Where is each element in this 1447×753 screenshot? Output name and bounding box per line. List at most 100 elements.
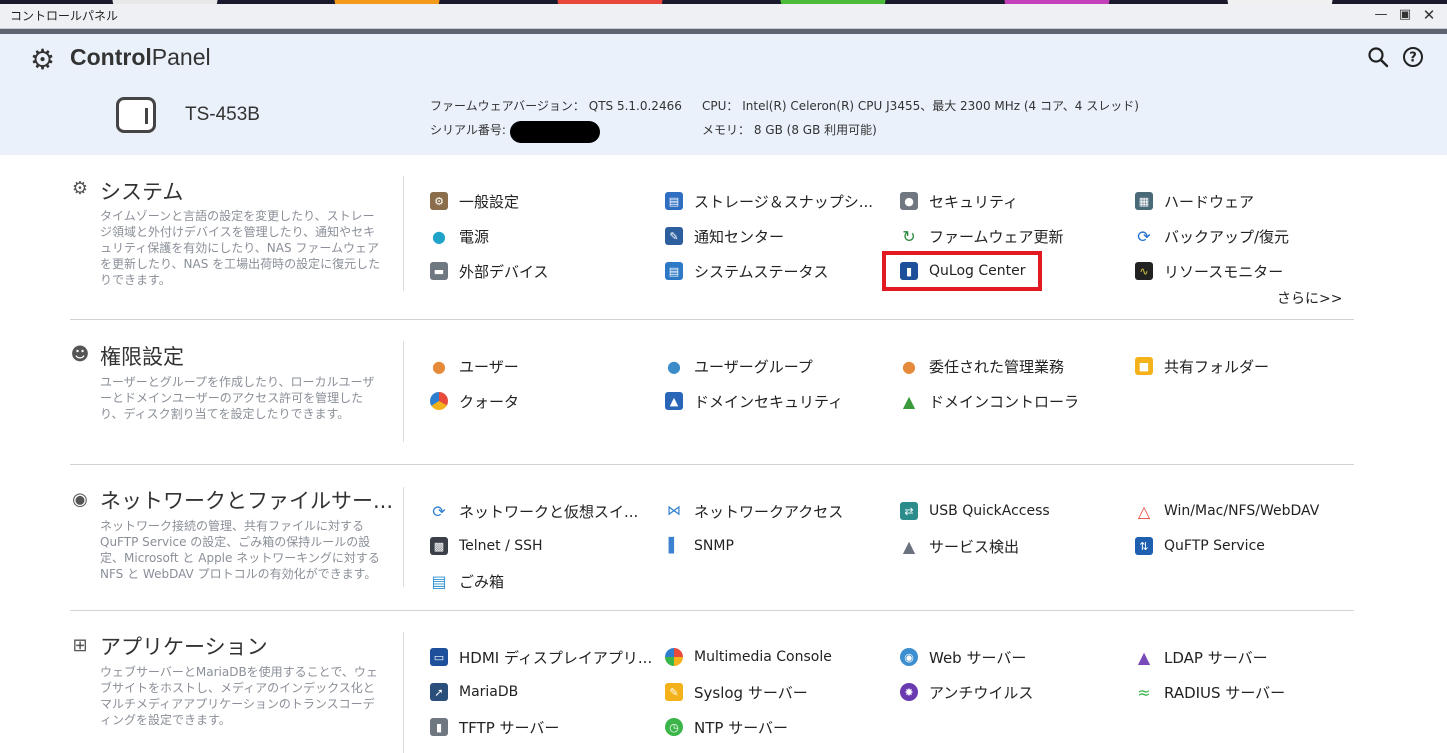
item-label: ユーザー (459, 357, 519, 376)
hdmi-display-icon: ▭ (430, 648, 448, 666)
item-firmware-update[interactable]: ↻ ファームウェア更新 (900, 224, 1064, 248)
item-label: ストレージ＆スナップシ... (694, 192, 874, 211)
usb-icon: ⇄ (900, 502, 918, 520)
item-quota[interactable]: クォータ (430, 389, 519, 413)
item-label: HDMI ディスプレイアプリ... (459, 648, 653, 667)
user-icon: ☻ (70, 344, 90, 365)
firmware-update-icon: ↻ (900, 227, 918, 246)
item-label: ネットワークと仮想スイ... (459, 502, 639, 521)
section-title-applications: アプリケーション (100, 635, 268, 659)
section-title-privilege: 権限設定 (100, 345, 184, 369)
close-icon[interactable]: ✕ (1421, 7, 1437, 23)
more-link[interactable]: さらに>> (1277, 288, 1342, 308)
item-label: ごみ箱 (459, 572, 505, 591)
section-desc-system: タイムゾーンと言語の設定を変更したり、ストレージ領域と外付けデバイスを管理したり… (100, 209, 381, 287)
backup-restore-icon: ⟳ (1135, 227, 1153, 246)
item-network-access[interactable]: ⋈ ネットワークアクセス (665, 499, 843, 523)
item-label: クォータ (459, 392, 520, 411)
item-label: Syslog サーバー (694, 683, 808, 702)
item-security[interactable]: ● セキュリティ (900, 189, 1018, 213)
section-separator (70, 464, 1354, 465)
quftp-icon: ⇅ (1135, 537, 1153, 555)
maximize-icon[interactable]: ▣ (1397, 7, 1413, 23)
item-label: Web サーバー (929, 648, 1027, 667)
item-label: QuFTP Service (1164, 538, 1265, 554)
item-network-virtual-switch[interactable]: ⟳ ネットワークと仮想スイ... (430, 499, 638, 523)
item-shared-folders[interactable]: ■ 共有フォルダー (1135, 354, 1269, 378)
gear-icon: ⚙ (30, 43, 56, 76)
item-quftp-service[interactable]: ⇅ QuFTP Service (1135, 534, 1265, 558)
section-separator (70, 610, 1354, 611)
general-settings-icon: ⚙ (430, 192, 448, 210)
help-icon[interactable]: ? (1402, 46, 1424, 68)
notification-icon: ✎ (665, 227, 683, 245)
item-label: 外部デバイス (459, 262, 549, 281)
item-delegated-admin[interactable]: ● 委任された管理業務 (900, 354, 1064, 378)
item-general-settings[interactable]: ⚙ 一般設定 (430, 189, 519, 213)
item-user-groups[interactable]: ● ユーザーグループ (665, 354, 813, 378)
item-snmp[interactable]: ▌ SNMP (665, 534, 734, 558)
item-system-status[interactable]: ▤ システムステータス (665, 259, 829, 283)
item-users[interactable]: ● ユーザー (430, 354, 519, 378)
user-icon: ● (430, 357, 448, 376)
item-label: NTP サーバー (694, 718, 789, 737)
section-divider (403, 341, 404, 442)
window-titlebar: コントロールパネル — ▣ ✕ (0, 4, 1447, 29)
search-icon[interactable] (1367, 46, 1389, 68)
tftp-icon: ▮ (430, 718, 448, 736)
item-web-server[interactable]: ◉ Web サーバー (900, 645, 1026, 669)
item-win-mac-nfs[interactable]: △ Win/Mac/NFS/WebDAV (1135, 499, 1319, 523)
serial-label: シリアル番号: (430, 123, 506, 137)
item-resource-monitor[interactable]: ∿ リソースモニター (1135, 259, 1283, 283)
item-label: ネットワークアクセス (694, 502, 844, 521)
item-external-device[interactable]: ▬ 外部デバイス (430, 259, 549, 283)
item-ntp-server[interactable]: ◷ NTP サーバー (665, 715, 788, 739)
item-label: RADIUS サーバー (1164, 683, 1286, 702)
firmware-info: ファームウェアバージョン： QTS 5.1.0.2466 (430, 97, 682, 114)
item-syslog-server[interactable]: ✎ Syslog サーバー (665, 680, 808, 704)
item-power[interactable]: ● 電源 (430, 224, 489, 248)
minimize-icon[interactable]: — (1373, 7, 1389, 23)
item-ldap-server[interactable]: ▲ LDAP サーバー (1135, 645, 1268, 669)
item-telnet-ssh[interactable]: ▩ Telnet / SSH (430, 534, 543, 558)
item-tftp-server[interactable]: ▮ TFTP サーバー (430, 715, 559, 739)
item-hdmi-display[interactable]: ▭ HDMI ディスプレイアプリ... (430, 645, 652, 669)
item-service-discovery[interactable]: ▲ サービス検出 (900, 534, 1019, 558)
item-label: MariaDB (459, 684, 519, 700)
item-notification-center[interactable]: ✎ 通知センター (665, 224, 784, 248)
system-status-icon: ▤ (665, 262, 683, 280)
item-label: ユーザーグループ (694, 357, 813, 376)
service-discovery-icon: ▲ (900, 537, 918, 556)
item-storage-snapshots[interactable]: ▤ ストレージ＆スナップシ... (665, 189, 873, 213)
web-globe-icon: ◉ (900, 648, 918, 666)
item-label: システムステータス (694, 262, 829, 281)
item-backup-restore[interactable]: ⟳ バックアップ/復元 (1135, 224, 1289, 248)
app-title: ControlPanel (70, 44, 211, 71)
user-group-icon: ● (665, 357, 683, 376)
item-hardware[interactable]: ▦ ハードウェア (1135, 189, 1254, 213)
ldap-icon: ▲ (1135, 648, 1153, 667)
cpu-label: CPU： (702, 99, 739, 113)
item-label: 電源 (459, 227, 490, 246)
item-radius-server[interactable]: ≈ RADIUS サーバー (1135, 680, 1285, 704)
item-label: Telnet / SSH (459, 538, 543, 554)
item-label: LDAP サーバー (1164, 648, 1268, 667)
cpu-value: Intel(R) Celeron(R) CPU J3455、最大 2300 MH… (742, 99, 1139, 113)
item-domain-security[interactable]: ▲ ドメインセキュリティ (665, 389, 843, 413)
item-recycle-bin[interactable]: ▤ ごみ箱 (430, 569, 504, 593)
item-antivirus[interactable]: ✸ アンチウイルス (900, 680, 1033, 704)
item-domain-controller[interactable]: ▲ ドメインコントローラ (900, 389, 1079, 413)
section-desc-network: ネットワーク接続の管理、共有ファイルに対するQuFTP Service の設定、… (100, 519, 380, 581)
item-label: ファームウェア更新 (929, 227, 1064, 246)
item-multimedia-console[interactable]: Multimedia Console (665, 645, 832, 669)
item-usb-quickaccess[interactable]: ⇄ USB QuickAccess (900, 499, 1050, 523)
item-mariadb[interactable]: ➚ MariaDB (430, 680, 518, 704)
item-label: ドメインセキュリティ (694, 392, 844, 411)
external-device-icon: ▬ (430, 262, 448, 280)
section-divider (403, 487, 404, 587)
storage-icon: ▤ (665, 192, 683, 210)
mariadb-icon: ➚ (430, 683, 448, 701)
antivirus-icon: ✸ (900, 683, 918, 701)
section-divider (403, 176, 404, 291)
lock-icon: ● (900, 192, 918, 210)
